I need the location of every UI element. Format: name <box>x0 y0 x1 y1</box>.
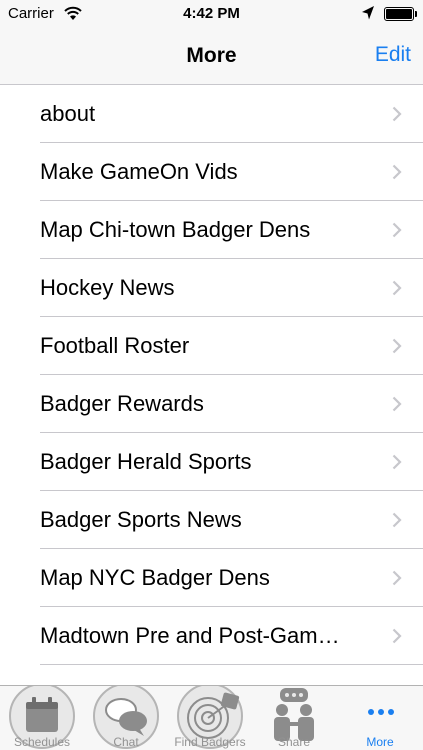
list-item-label: Football Roster <box>40 333 190 358</box>
list-item[interactable]: Badger Sports News <box>0 491 423 549</box>
tab-label: Chat <box>113 735 139 749</box>
list-item-label: Badger Herald Sports <box>40 449 252 474</box>
list-item[interactable]: Map Chi-town Badger Dens <box>0 201 423 259</box>
chevron-right-icon <box>392 454 402 470</box>
battery-cap <box>415 11 417 17</box>
list-item[interactable]: about <box>0 85 423 143</box>
header: Carrier 4:42 PM More Edit <box>0 0 423 85</box>
chevron-right-icon <box>392 512 402 528</box>
page-title: More <box>186 44 237 67</box>
edit-button[interactable]: Edit <box>375 43 411 67</box>
list-item-label: Badger Rewards <box>40 391 204 416</box>
list-item[interactable]: Madtown Pre and Post-Gam… <box>0 607 423 665</box>
chevron-right-icon <box>392 338 402 354</box>
tab-more[interactable]: More <box>338 686 422 750</box>
tab-chat[interactable]: Chat <box>84 686 168 750</box>
tab-label: Share <box>277 735 311 749</box>
list-item[interactable]: Hockey News <box>0 259 423 317</box>
tab-label: More <box>366 735 394 749</box>
list-item[interactable]: Football Roster <box>0 317 423 375</box>
battery-icon <box>384 7 417 21</box>
list-item-label: Make GameOn Vids <box>40 159 238 184</box>
chevron-right-icon <box>392 164 402 180</box>
chevron-right-icon <box>392 396 402 412</box>
list-item[interactable]: Make GameOn Vids <box>0 143 423 201</box>
chevron-right-icon <box>392 570 402 586</box>
more-screen: Carrier 4:42 PM More Edit about Make Gam… <box>0 0 423 750</box>
tab-label: Find Badgers <box>174 735 246 749</box>
chevron-right-icon <box>392 628 402 644</box>
tab-share[interactable]: Share <box>252 686 336 750</box>
tab-schedules[interactable]: Schedules <box>0 686 84 750</box>
list-item[interactable]: Map NYC Badger Dens <box>0 549 423 607</box>
chevron-right-icon <box>392 280 402 296</box>
more-list: about Make GameOn Vids Map Chi-town Badg… <box>0 85 423 665</box>
list-item[interactable]: Badger Rewards <box>0 375 423 433</box>
tab-bar: Schedules Chat Find Badgers Share More <box>0 685 423 750</box>
list-item[interactable]: Badger Herald Sports <box>0 433 423 491</box>
status-time: 4:42 PM <box>183 5 240 22</box>
list-item-label: Map Chi-town Badger Dens <box>40 217 311 242</box>
battery-fill <box>386 9 412 19</box>
nav-bar: More Edit <box>0 30 423 85</box>
location-icon <box>362 6 374 20</box>
list-item-label: Map NYC Badger Dens <box>40 565 270 590</box>
tab-label: Schedules <box>13 735 71 749</box>
tab-find-badgers[interactable]: Find Badgers <box>168 686 252 750</box>
chevron-right-icon <box>392 222 402 238</box>
list-item-label: Hockey News <box>40 275 175 300</box>
list-item-label: Badger Sports News <box>40 507 242 532</box>
list-item-label: about <box>40 101 96 126</box>
list-item-label: Madtown Pre and Post-Gam… <box>40 623 340 648</box>
status-bar: Carrier 4:42 PM <box>0 0 423 30</box>
chevron-right-icon <box>392 106 402 122</box>
